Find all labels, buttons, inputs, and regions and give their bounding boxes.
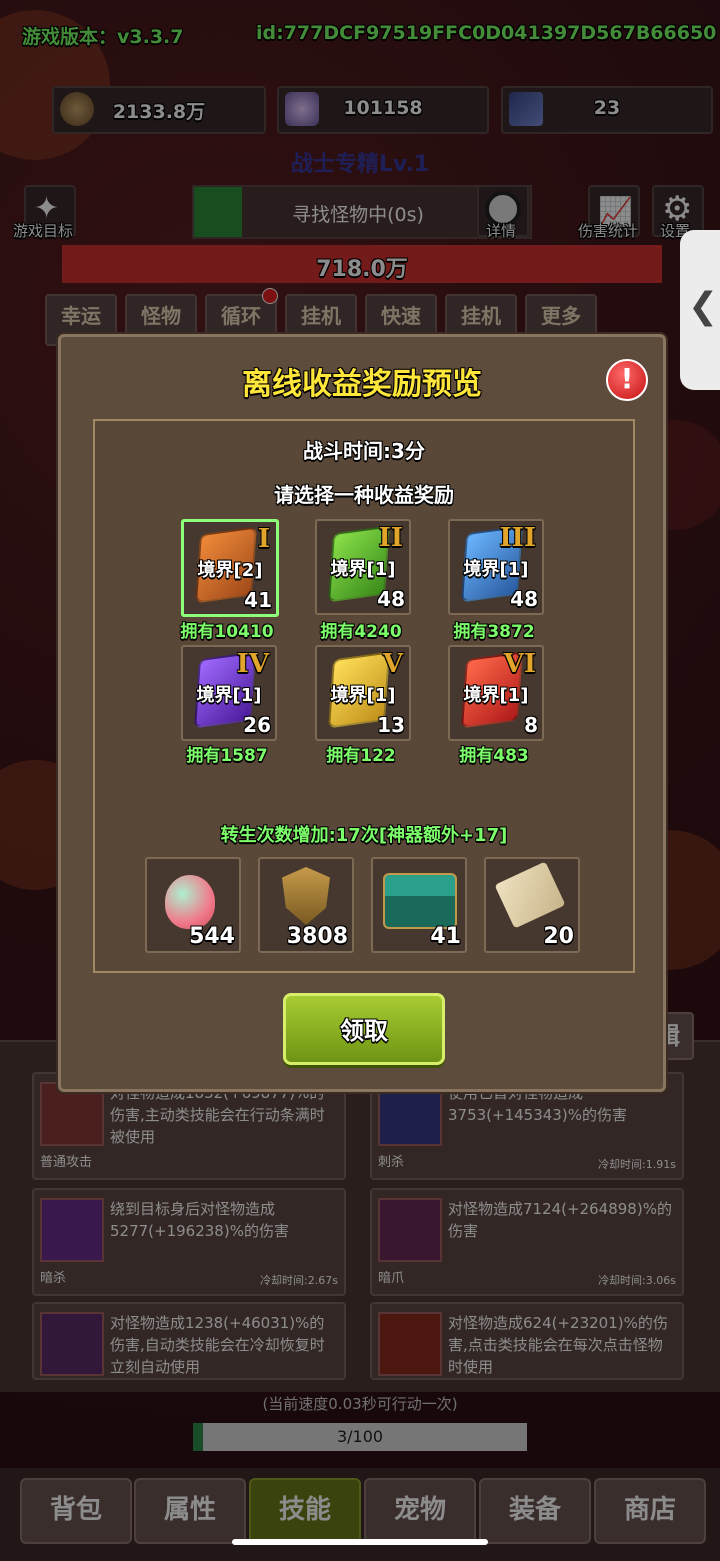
treasure-chest-icon — [383, 873, 457, 929]
realm-label: 境界[1] — [463, 559, 529, 580]
modal-title: 离线收益奖励预览 — [242, 367, 482, 402]
side-drawer-tab[interactable]: ❮ — [680, 230, 720, 390]
realm-owned: 拥有10410 — [180, 622, 274, 642]
shield-badge-icon — [282, 867, 330, 925]
realm-label: 境界[1] — [330, 559, 396, 580]
realm-count: 41 — [244, 588, 272, 612]
realm-count: 8 — [524, 713, 538, 737]
realm-numeral: V — [382, 649, 403, 679]
reward-count: 544 — [189, 924, 235, 949]
claim-button[interactable]: 领取 — [283, 993, 445, 1065]
scroll-icon — [494, 861, 566, 929]
reward-shield[interactable]: 3808 — [258, 857, 354, 953]
realm-owned: 拥有4240 — [320, 622, 402, 642]
choose-prompt: 请选择一种收益奖励 — [274, 483, 454, 507]
close-button[interactable]: ! — [606, 359, 648, 401]
offline-reward-modal: 离线收益奖励预览 ! 战斗时间:3分 请选择一种收益奖励 I 境界[2] 41 … — [58, 334, 666, 1092]
reward-panel: 战斗时间:3分 请选择一种收益奖励 I 境界[2] 41 II 境界[1] 48… — [93, 419, 635, 973]
fruit-icon — [165, 875, 215, 929]
reward-fruit[interactable]: 544 — [145, 857, 241, 953]
realm-label: 境界[1] — [463, 685, 529, 706]
realm-label: 境界[1] — [196, 685, 262, 706]
realm-owned: 拥有122 — [326, 746, 396, 766]
reward-count: 3808 — [286, 924, 348, 949]
realm-option-3[interactable]: III 境界[1] 48 — [448, 519, 544, 615]
realm-numeral: II — [378, 523, 403, 553]
chevron-left-icon: ❮ — [688, 286, 719, 327]
realm-count: 13 — [377, 713, 405, 737]
realm-option-1[interactable]: I 境界[2] 41 — [181, 519, 279, 617]
realm-option-4[interactable]: IV 境界[1] 26 — [181, 645, 277, 741]
reward-count: 20 — [543, 924, 574, 949]
realm-owned: 拥有483 — [459, 746, 529, 766]
realm-numeral: IV — [236, 649, 269, 679]
alert-icon: ! — [620, 362, 634, 395]
realm-numeral: I — [257, 524, 270, 554]
realm-owned: 拥有1587 — [186, 746, 268, 766]
realm-owned: 拥有3872 — [453, 622, 535, 642]
realm-count: 26 — [243, 713, 271, 737]
realm-numeral: VI — [503, 649, 536, 679]
claim-label: 领取 — [340, 1017, 388, 1045]
reward-scroll[interactable]: 20 — [484, 857, 580, 953]
realm-numeral: III — [499, 523, 537, 553]
realm-option-6[interactable]: VI 境界[1] 8 — [448, 645, 544, 741]
realm-label: 境界[1] — [330, 685, 396, 706]
reward-chest[interactable]: 41 — [371, 857, 467, 953]
realm-count: 48 — [377, 587, 405, 611]
rebirth-bonus: 转生次数增加:17次[神器额外+17] — [220, 825, 508, 846]
realm-label: 境界[2] — [197, 560, 263, 581]
battle-time: 战斗时间:3分 — [303, 439, 425, 463]
realm-count: 48 — [510, 587, 538, 611]
realm-option-5[interactable]: V 境界[1] 13 — [315, 645, 411, 741]
home-indicator — [232, 1539, 488, 1545]
realm-option-2[interactable]: II 境界[1] 48 — [315, 519, 411, 615]
reward-count: 41 — [430, 924, 461, 949]
